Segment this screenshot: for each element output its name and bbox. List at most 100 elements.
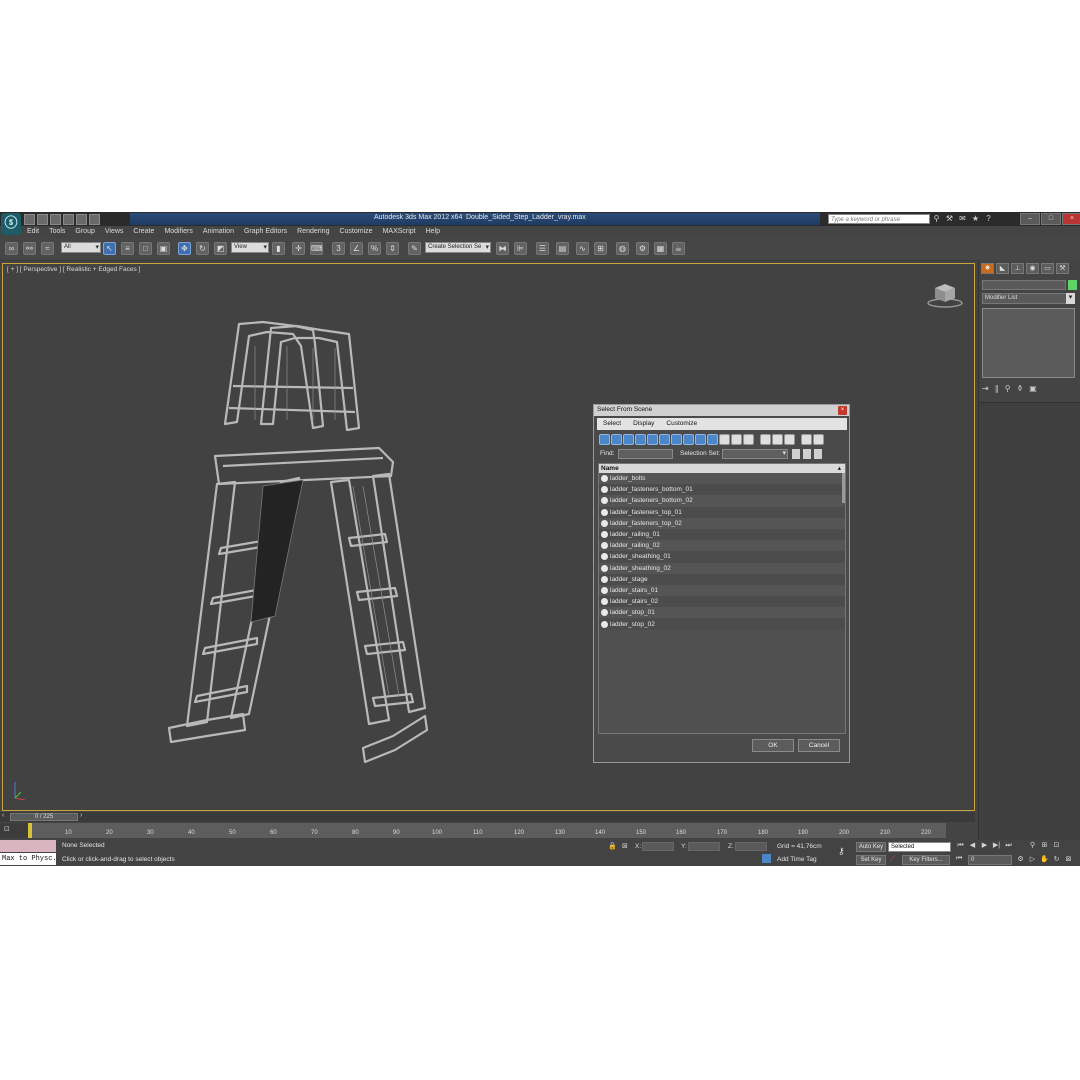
open-file-icon[interactable]	[37, 213, 48, 225]
hierarchy-tab-icon[interactable]: ⊥	[1011, 263, 1024, 274]
display-lights-icon[interactable]	[623, 434, 634, 445]
time-tag-icon[interactable]	[762, 854, 771, 863]
list-item[interactable]: ladder_railing_02	[599, 540, 845, 552]
menu-modifiers[interactable]: Modifiers	[159, 227, 197, 237]
set-key-button[interactable]: Set Key	[856, 855, 886, 865]
absolute-mode-icon[interactable]: ⊠	[622, 842, 628, 850]
y-coordinate-field[interactable]	[688, 842, 720, 851]
dialog-menu-customize[interactable]: Customize	[660, 418, 703, 430]
viewport-label[interactable]: [ + ] [ Perspective ] [ Realistic + Edge…	[7, 266, 140, 273]
graphite-toolbox-icon[interactable]: ▤	[556, 242, 569, 255]
create-selection-set-icon[interactable]	[792, 449, 800, 459]
display-shapes-icon[interactable]	[611, 434, 622, 445]
dialog-close-icon[interactable]: ×	[838, 406, 847, 415]
rendered-frame-icon[interactable]: ▦	[654, 242, 667, 255]
menu-edit[interactable]: Edit	[22, 227, 44, 237]
mirror-icon[interactable]: ⧓	[496, 242, 509, 255]
pan-icon[interactable]: ✋	[1040, 855, 1049, 864]
selection-set-dropdown[interactable]	[722, 449, 788, 459]
display-geometry-icon[interactable]	[599, 434, 610, 445]
material-editor-icon[interactable]: ◍	[616, 242, 629, 255]
zoom-icon[interactable]: ⚲	[1028, 841, 1037, 850]
maxscript-mini-listener-input[interactable]: Max to Physc.	[0, 853, 57, 865]
undo-icon[interactable]	[63, 213, 74, 225]
dialog-menu-display[interactable]: Display	[627, 418, 660, 430]
key-mode-dropdown[interactable]: Selected	[888, 842, 951, 852]
auto-key-button[interactable]: Auto Key	[856, 842, 886, 852]
zoom-extents-icon[interactable]: ⊡	[1052, 841, 1061, 850]
communication-icon[interactable]: ✉	[958, 214, 967, 223]
display-all-icon[interactable]	[743, 434, 754, 445]
render-production-icon[interactable]: ☕	[672, 242, 685, 255]
z-coordinate-field[interactable]	[735, 842, 767, 851]
ok-button[interactable]: OK	[752, 739, 794, 752]
display-cameras-icon[interactable]	[635, 434, 646, 445]
menu-help[interactable]: Help	[421, 227, 445, 237]
window-crossing-icon[interactable]: ▣	[157, 242, 170, 255]
list-scrollbar[interactable]	[842, 473, 845, 503]
make-unique-icon[interactable]: ⚲	[1005, 384, 1011, 393]
select-object-icon[interactable]: ↖	[103, 242, 116, 255]
configure-sets-icon[interactable]: ▣	[1029, 384, 1037, 393]
list-item[interactable]: ladder_stairs_02	[599, 596, 845, 608]
time-configuration-icon[interactable]: ⚙	[1016, 855, 1025, 864]
menu-maxscript[interactable]: MAXScript	[378, 227, 421, 237]
utilities-tab-icon[interactable]: ⚒	[1056, 263, 1069, 274]
chevron-right-icon[interactable]: ›	[80, 812, 82, 819]
menu-create[interactable]: Create	[128, 227, 159, 237]
reference-coordinate-dropdown[interactable]: View	[231, 242, 269, 253]
display-bones-icon[interactable]	[695, 434, 706, 445]
current-frame-field[interactable]: 0	[968, 855, 1012, 865]
mini-curve-editor-icon[interactable]: ⊡	[4, 825, 18, 835]
viewcube-icon[interactable]	[923, 282, 963, 308]
display-tab-icon[interactable]: ▭	[1041, 263, 1054, 274]
help-icon[interactable]: ?	[984, 214, 993, 223]
dialog-menu-select[interactable]: Select	[597, 418, 627, 430]
list-item[interactable]: ladder_bolts	[599, 473, 845, 485]
display-space-warps-icon[interactable]	[659, 434, 670, 445]
name-column-header[interactable]: Name ▴	[599, 464, 845, 473]
display-xrefs-icon[interactable]	[683, 434, 694, 445]
select-and-scale-icon[interactable]: ◩	[214, 242, 227, 255]
key-filters-button[interactable]: Key Filters...	[902, 855, 950, 865]
align-icon[interactable]: ⊫	[514, 242, 527, 255]
add-time-tag[interactable]: Add Time Tag	[777, 856, 817, 863]
select-none-icon[interactable]	[772, 434, 783, 445]
save-file-icon[interactable]	[50, 213, 61, 225]
schematic-view-icon[interactable]: ⊞	[594, 242, 607, 255]
select-and-rotate-icon[interactable]: ↻	[196, 242, 209, 255]
cancel-button[interactable]: Cancel	[798, 739, 840, 752]
chevron-down-icon[interactable]: ▾	[1066, 293, 1075, 304]
chevron-left-icon[interactable]: ‹	[2, 812, 4, 819]
selection-filter-dropdown[interactable]: All	[61, 242, 101, 253]
menu-views[interactable]: Views	[100, 227, 129, 237]
list-item[interactable]: ladder_sheathing_01	[599, 551, 845, 563]
list-item[interactable]: ladder_stop_01	[599, 607, 845, 619]
add-to-set-icon[interactable]	[803, 449, 811, 459]
display-frozen-icon[interactable]	[719, 434, 730, 445]
project-folder-icon[interactable]	[89, 213, 100, 225]
select-and-move-icon[interactable]: ✥	[178, 242, 191, 255]
menu-rendering[interactable]: Rendering	[292, 227, 334, 237]
select-by-name-icon[interactable]: ≡	[121, 242, 134, 255]
list-item[interactable]: ladder_stage	[599, 573, 845, 585]
object-list[interactable]: Name ▴ ladder_bolts ladder_fasteners_bot…	[598, 463, 846, 734]
unlink-icon[interactable]: ⚯	[23, 242, 36, 255]
modify-tab-icon[interactable]: ◣	[996, 263, 1009, 274]
zoom-all-icon[interactable]: ⊞	[1040, 841, 1049, 850]
object-color-swatch[interactable]	[1068, 280, 1077, 290]
next-frame-icon[interactable]: ▶|	[992, 841, 1001, 850]
go-to-start-icon[interactable]: ⏮	[956, 841, 965, 850]
menu-customize[interactable]: Customize	[334, 227, 377, 237]
spinner-snap-icon[interactable]: ⇕	[386, 242, 399, 255]
create-tab-icon[interactable]: ✸	[981, 263, 994, 274]
bind-space-warp-icon[interactable]: ≈	[41, 242, 54, 255]
redo-icon[interactable]	[76, 213, 87, 225]
pin-stack-icon[interactable]: ⇥	[982, 384, 989, 393]
select-invert-icon[interactable]	[784, 434, 795, 445]
key-mode-toggle-icon[interactable]: ⏮	[956, 855, 962, 863]
help-search-input[interactable]: Type a keyword or phrase	[828, 214, 930, 224]
filter-icon[interactable]	[801, 434, 812, 445]
list-item[interactable]: ladder_sheathing_02	[599, 562, 845, 574]
list-item[interactable]: ladder_fasteners_top_02	[599, 517, 845, 529]
